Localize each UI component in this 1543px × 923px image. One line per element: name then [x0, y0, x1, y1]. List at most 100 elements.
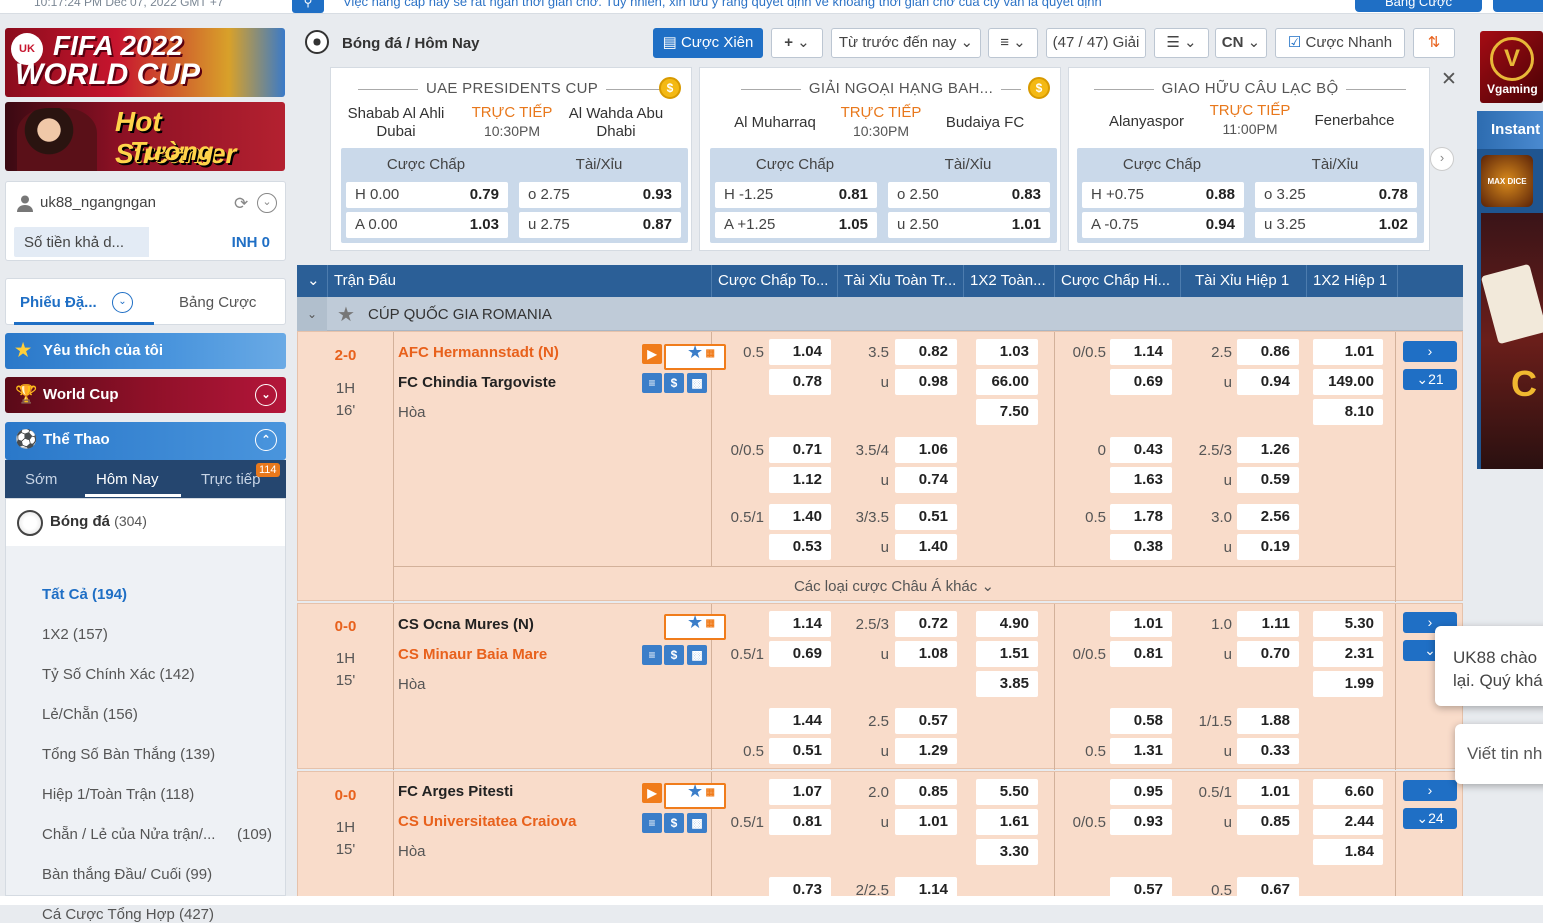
- menu-button[interactable]: [1493, 0, 1543, 12]
- odds-button[interactable]: 1.61: [976, 809, 1038, 835]
- odds-button[interactable]: 1.84: [1313, 839, 1383, 865]
- odds-button[interactable]: 149.00: [1313, 369, 1383, 395]
- odds-button[interactable]: 0.38: [1110, 534, 1172, 560]
- odds-cell[interactable]: H -1.25 0.81: [715, 182, 877, 208]
- odds-button[interactable]: 1.26: [1237, 437, 1299, 463]
- odds-cell[interactable]: A 0.00 1.03: [346, 212, 508, 238]
- odds-button[interactable]: 1.03: [976, 339, 1038, 365]
- odds-button[interactable]: 1.14: [769, 611, 831, 637]
- odds-button[interactable]: 0.59: [1237, 467, 1299, 493]
- parlay-button[interactable]: ▤ Cược Xiên: [653, 28, 763, 58]
- odds-button[interactable]: 6.60: [1313, 779, 1383, 805]
- stats-icon[interactable]: ≡: [642, 373, 662, 393]
- chevron-down-icon[interactable]: ⌄: [257, 193, 277, 213]
- odds-button[interactable]: 0.33: [1237, 738, 1299, 764]
- odds-button[interactable]: 5.50: [976, 779, 1038, 805]
- favorite-star-icon[interactable]: ★: [687, 781, 703, 802]
- tab-early[interactable]: Sớm: [25, 471, 57, 488]
- odds-button[interactable]: 0.74: [895, 467, 957, 493]
- favorites-button[interactable]: ★ Yêu thích của tôi: [5, 333, 286, 369]
- odds-button[interactable]: 0.95: [1110, 779, 1172, 805]
- odds-button[interactable]: 0.69: [1110, 369, 1172, 395]
- worldcup-button[interactable]: 🏆 World Cup ⌄: [5, 377, 286, 413]
- close-icon[interactable]: ✕: [1441, 68, 1457, 91]
- tab-bet-list[interactable]: Bảng Cược: [179, 294, 256, 311]
- odds-button[interactable]: 1.08: [895, 641, 957, 667]
- odds-button[interactable]: 1.01: [895, 809, 957, 835]
- league-row[interactable]: ⌄ ★ CÚP QUỐC GIA ROMANIA: [297, 297, 1463, 331]
- odds-button[interactable]: 4.90: [976, 611, 1038, 637]
- odds-button[interactable]: 1.99: [1313, 671, 1383, 697]
- bet-type-item[interactable]: Lẻ/Chẵn (156): [42, 706, 138, 723]
- odds-cell[interactable]: u 2.75 0.87: [519, 212, 681, 238]
- star-icon[interactable]: ★: [337, 302, 355, 327]
- odds-button[interactable]: 1.06: [895, 437, 957, 463]
- chevron-down-icon[interactable]: ⌄: [112, 292, 133, 313]
- odds-cell[interactable]: A +1.25 1.05: [715, 212, 877, 238]
- odds-button[interactable]: 0.53: [769, 534, 831, 560]
- search-icon[interactable]: ⚲: [292, 0, 324, 13]
- odds-cell[interactable]: A -0.75 0.94: [1082, 212, 1244, 238]
- cashout-icon[interactable]: $: [664, 813, 684, 833]
- odds-button[interactable]: 0.81: [769, 809, 831, 835]
- stats-icon[interactable]: ≡: [642, 813, 662, 833]
- odds-button[interactable]: 0.57: [895, 708, 957, 734]
- odds-cell[interactable]: o 2.50 0.83: [888, 182, 1050, 208]
- bet-type-item[interactable]: Hiệp 1/Toàn Trận (118): [42, 786, 194, 803]
- odds-cell[interactable]: H +0.75 0.88: [1082, 182, 1244, 208]
- bet-type-item[interactable]: Tất Cả (194): [42, 586, 127, 603]
- odds-type-select[interactable]: CN ⌄: [1215, 28, 1267, 58]
- add-button[interactable]: + ⌄: [771, 28, 823, 58]
- odds-button[interactable]: 1.88: [1237, 708, 1299, 734]
- odds-button[interactable]: 1.78: [1110, 504, 1172, 530]
- quick-bet-toggle[interactable]: ☑ Cược Nhanh: [1275, 28, 1405, 58]
- odds-button[interactable]: 1.63: [1110, 467, 1172, 493]
- odds-button[interactable]: 8.10: [1313, 399, 1383, 425]
- odds-cell[interactable]: o 3.25 0.78: [1255, 182, 1417, 208]
- favorite-star-icon[interactable]: ★: [687, 342, 703, 363]
- odds-button[interactable]: 0.70: [1237, 641, 1299, 667]
- tab-bet-slip[interactable]: Phiếu Đặ...: [20, 294, 97, 311]
- odds-cell[interactable]: o 2.75 0.93: [519, 182, 681, 208]
- odds-button[interactable]: 5.30: [1313, 611, 1383, 637]
- odds-button[interactable]: 1.14: [1110, 339, 1172, 365]
- odds-button[interactable]: 1.12: [769, 467, 831, 493]
- bet-type-item[interactable]: Cá Cược Tổng Hợp (427): [42, 906, 214, 923]
- odds-button[interactable]: 0.81: [1110, 641, 1172, 667]
- more-bets-button[interactable]: ⌄24: [1403, 808, 1457, 829]
- odds-button[interactable]: 1.04: [769, 339, 831, 365]
- odds-cell[interactable]: u 3.25 1.02: [1255, 212, 1417, 238]
- odds-button[interactable]: 0.93: [1110, 809, 1172, 835]
- odds-button[interactable]: 1.01: [1313, 339, 1383, 365]
- chevron-right-icon[interactable]: ›: [1430, 147, 1454, 171]
- odds-button[interactable]: 0.72: [895, 611, 957, 637]
- chevron-down-icon[interactable]: ⌄: [297, 297, 327, 331]
- odds-button[interactable]: 1.31: [1110, 738, 1172, 764]
- odds-button[interactable]: 0.82: [895, 339, 957, 365]
- odds-button[interactable]: 0.71: [769, 437, 831, 463]
- odds-button[interactable]: 0.85: [895, 779, 957, 805]
- odds-button[interactable]: 0.51: [895, 504, 957, 530]
- more-bets-button[interactable]: ⌄21: [1403, 369, 1457, 390]
- view-button[interactable]: ☰ ⌄: [1154, 28, 1209, 58]
- chat-input[interactable]: Viết tin nh: [1455, 724, 1543, 784]
- tab-today[interactable]: Hôm Nay: [96, 471, 159, 488]
- odds-button[interactable]: 0.94: [1237, 369, 1299, 395]
- order-button[interactable]: ≡ ⌄: [988, 28, 1038, 58]
- odds-button[interactable]: 1.01: [1237, 779, 1299, 805]
- odds-button[interactable]: 0.85: [1237, 809, 1299, 835]
- featured-match-card[interactable]: GIAO HỮU CÂU LẠC BỘ Alanyaspor TRỰC TIẾP…: [1068, 67, 1430, 251]
- bet-type-item[interactable]: 1X2 (157): [42, 626, 108, 643]
- sports-button[interactable]: ⚽ Thể Thao ⌃: [5, 422, 286, 460]
- game-banner[interactable]: C: [1481, 213, 1543, 469]
- chat-greeting-popup[interactable]: UK88 chào lại. Quý khá: [1435, 626, 1543, 706]
- other-bets-toggle[interactable]: Các loại cược Châu Á khác ⌄: [393, 577, 1395, 595]
- odds-button[interactable]: 3.85: [976, 671, 1038, 697]
- chevron-up-icon[interactable]: ⌃: [255, 429, 277, 451]
- odds-button[interactable]: 7.50: [976, 399, 1038, 425]
- odds-change-button[interactable]: ⇅: [1413, 28, 1455, 58]
- odds-button[interactable]: 1.11: [1237, 611, 1299, 637]
- bar-chart-icon[interactable]: ▩: [687, 373, 707, 393]
- odds-button[interactable]: 1.01: [1110, 611, 1172, 637]
- chevron-down-icon[interactable]: ⌄: [255, 384, 277, 406]
